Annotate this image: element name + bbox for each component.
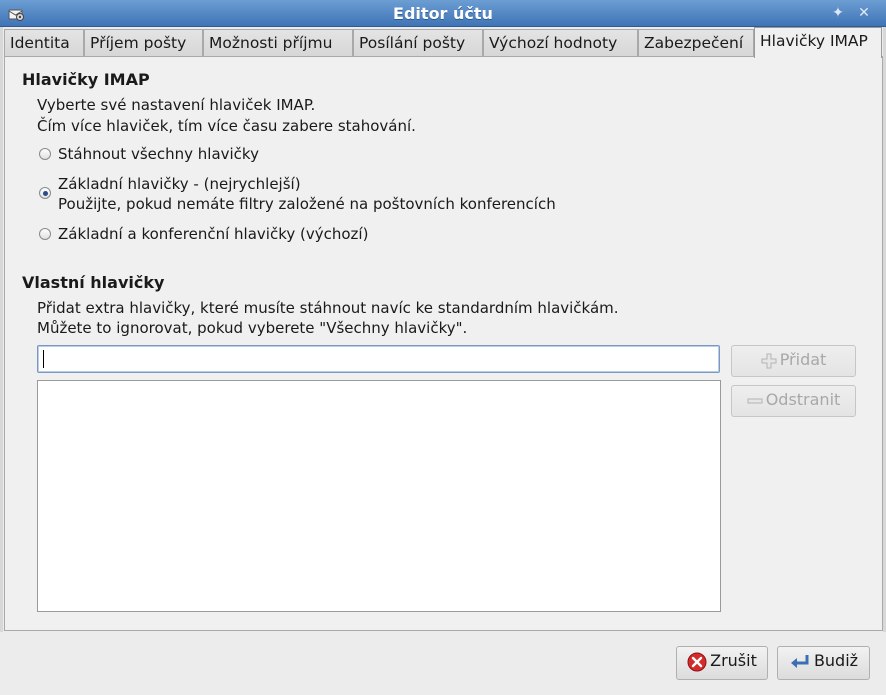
tab-posilani-posty[interactable]: Posílání pošty xyxy=(353,29,483,57)
custom-headers-list[interactable] xyxy=(37,380,721,612)
cancel-button[interactable]: Zrušit xyxy=(676,646,768,680)
imap-headers-description-2: Čím více hlaviček, tím více času zabere … xyxy=(37,117,416,135)
tab-identita[interactable]: Identita xyxy=(4,29,84,57)
custom-headers-description-1: Přidat extra hlavičky, které musíte stáh… xyxy=(37,299,619,317)
radio-basic-headers[interactable] xyxy=(39,187,51,199)
minus-icon xyxy=(747,398,763,403)
window-frame-left xyxy=(0,27,3,695)
tab-moznosti-prijmu[interactable]: Možnosti příjmu xyxy=(203,29,353,57)
add-header-button-label: Přidat xyxy=(779,350,827,369)
plus-icon xyxy=(761,353,777,368)
imap-headers-heading: Hlavičky IMAP xyxy=(22,70,150,89)
add-header-button[interactable]: Přidat xyxy=(731,345,856,377)
radio-basic-headers-sublabel: Použijte, pokud nemáte filtry založené n… xyxy=(58,195,556,213)
radio-basic-and-list-headers[interactable] xyxy=(39,228,51,240)
pin-window-button[interactable]: ✦ xyxy=(827,3,849,23)
remove-header-button[interactable]: Odstranit xyxy=(731,385,856,417)
tab-prijem-posty[interactable]: Příjem pošty xyxy=(84,29,203,57)
tab-zabezpeceni[interactable]: Zabezpečení xyxy=(638,29,754,57)
enter-arrow-icon xyxy=(790,654,809,668)
custom-headers-heading: Vlastní hlavičky xyxy=(22,273,165,292)
radio-basic-and-list-headers-label[interactable]: Základní a konferenční hlavičky (výchozí… xyxy=(58,225,368,243)
custom-header-input[interactable] xyxy=(37,345,720,373)
title-bar: Editor účtu ✦ ✕ xyxy=(0,0,886,27)
tab-vychozi-hodnoty[interactable]: Výchozí hodnoty xyxy=(483,29,638,57)
tab-hlavicky-imap[interactable]: Hlavičky IMAP xyxy=(754,27,882,58)
custom-headers-description-2: Můžete to ignorovat, pokud vyberete "Vše… xyxy=(37,319,468,337)
window-title: Editor účtu xyxy=(393,4,493,23)
tab-bar: Identita Příjem pošty Možnosti příjmu Po… xyxy=(4,27,884,58)
cancel-icon xyxy=(687,652,707,671)
radio-basic-headers-label[interactable]: Základní hlavičky - (nejrychlejší) xyxy=(58,175,301,193)
close-window-button[interactable]: ✕ xyxy=(853,3,875,23)
text-caret xyxy=(43,350,44,368)
cancel-button-label: Zrušit xyxy=(710,651,757,670)
ok-button-label: Budiž xyxy=(813,651,859,670)
remove-header-button-label: Odstranit xyxy=(765,390,841,409)
ok-button[interactable]: Budiž xyxy=(777,646,870,680)
imap-headers-description-1: Vyberte své nastavení hlaviček IMAP. xyxy=(37,96,316,114)
radio-all-headers[interactable] xyxy=(39,148,51,160)
radio-all-headers-label[interactable]: Stáhnout všechny hlavičky xyxy=(58,145,259,163)
